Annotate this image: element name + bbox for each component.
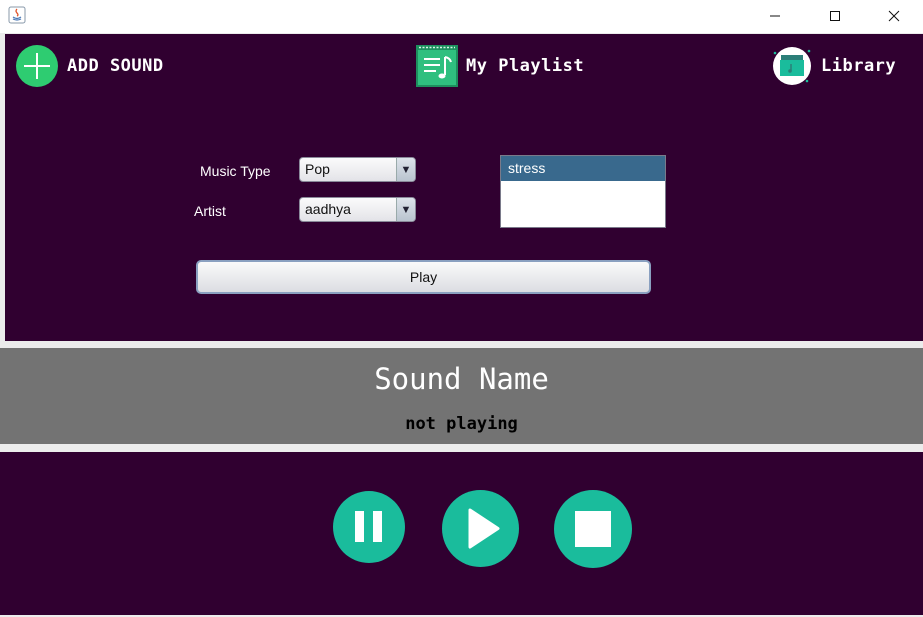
pause-button[interactable] [333, 491, 405, 563]
my-playlist-button[interactable]: My Playlist [416, 44, 584, 88]
list-item[interactable]: stress [501, 156, 665, 181]
play-control-button[interactable] [442, 490, 519, 567]
add-icon [16, 45, 58, 87]
sound-list[interactable]: stress [500, 155, 666, 228]
play-button[interactable]: Play [196, 260, 651, 294]
minimize-button[interactable] [752, 0, 798, 31]
add-sound-button[interactable]: ADD SOUND [15, 44, 164, 88]
artist-value: aadhya [305, 201, 351, 217]
stop-icon [575, 511, 611, 547]
dropdown-arrow-icon: ▼ [396, 158, 415, 181]
controls-panel [0, 452, 923, 615]
play-icon [468, 508, 500, 549]
artist-select[interactable]: aadhya ▼ [299, 197, 416, 222]
top-panel: ADD SOUND My Playlist Library Music Type… [5, 34, 923, 341]
dropdown-arrow-icon: ▼ [396, 198, 415, 221]
music-type-value: Pop [305, 161, 330, 177]
pause-icon [355, 511, 382, 542]
music-type-select[interactable]: Pop ▼ [299, 157, 416, 182]
library-icon [773, 47, 811, 85]
stop-button[interactable] [554, 490, 632, 568]
library-button[interactable]: Library [771, 44, 896, 88]
add-sound-label: ADD SOUND [67, 56, 164, 76]
maximize-button[interactable] [812, 0, 858, 31]
window-title-bar [0, 0, 923, 33]
close-button[interactable] [871, 0, 917, 31]
playback-status: not playing [405, 414, 518, 434]
library-label: Library [821, 56, 897, 76]
java-app-icon [8, 6, 26, 24]
playlist-icon [416, 45, 458, 87]
artist-label: Artist [194, 203, 226, 219]
sound-name: Sound Name [374, 362, 549, 396]
music-type-label: Music Type [200, 163, 271, 179]
now-playing-panel: Sound Name not playing [0, 348, 923, 444]
my-playlist-label: My Playlist [466, 56, 585, 76]
